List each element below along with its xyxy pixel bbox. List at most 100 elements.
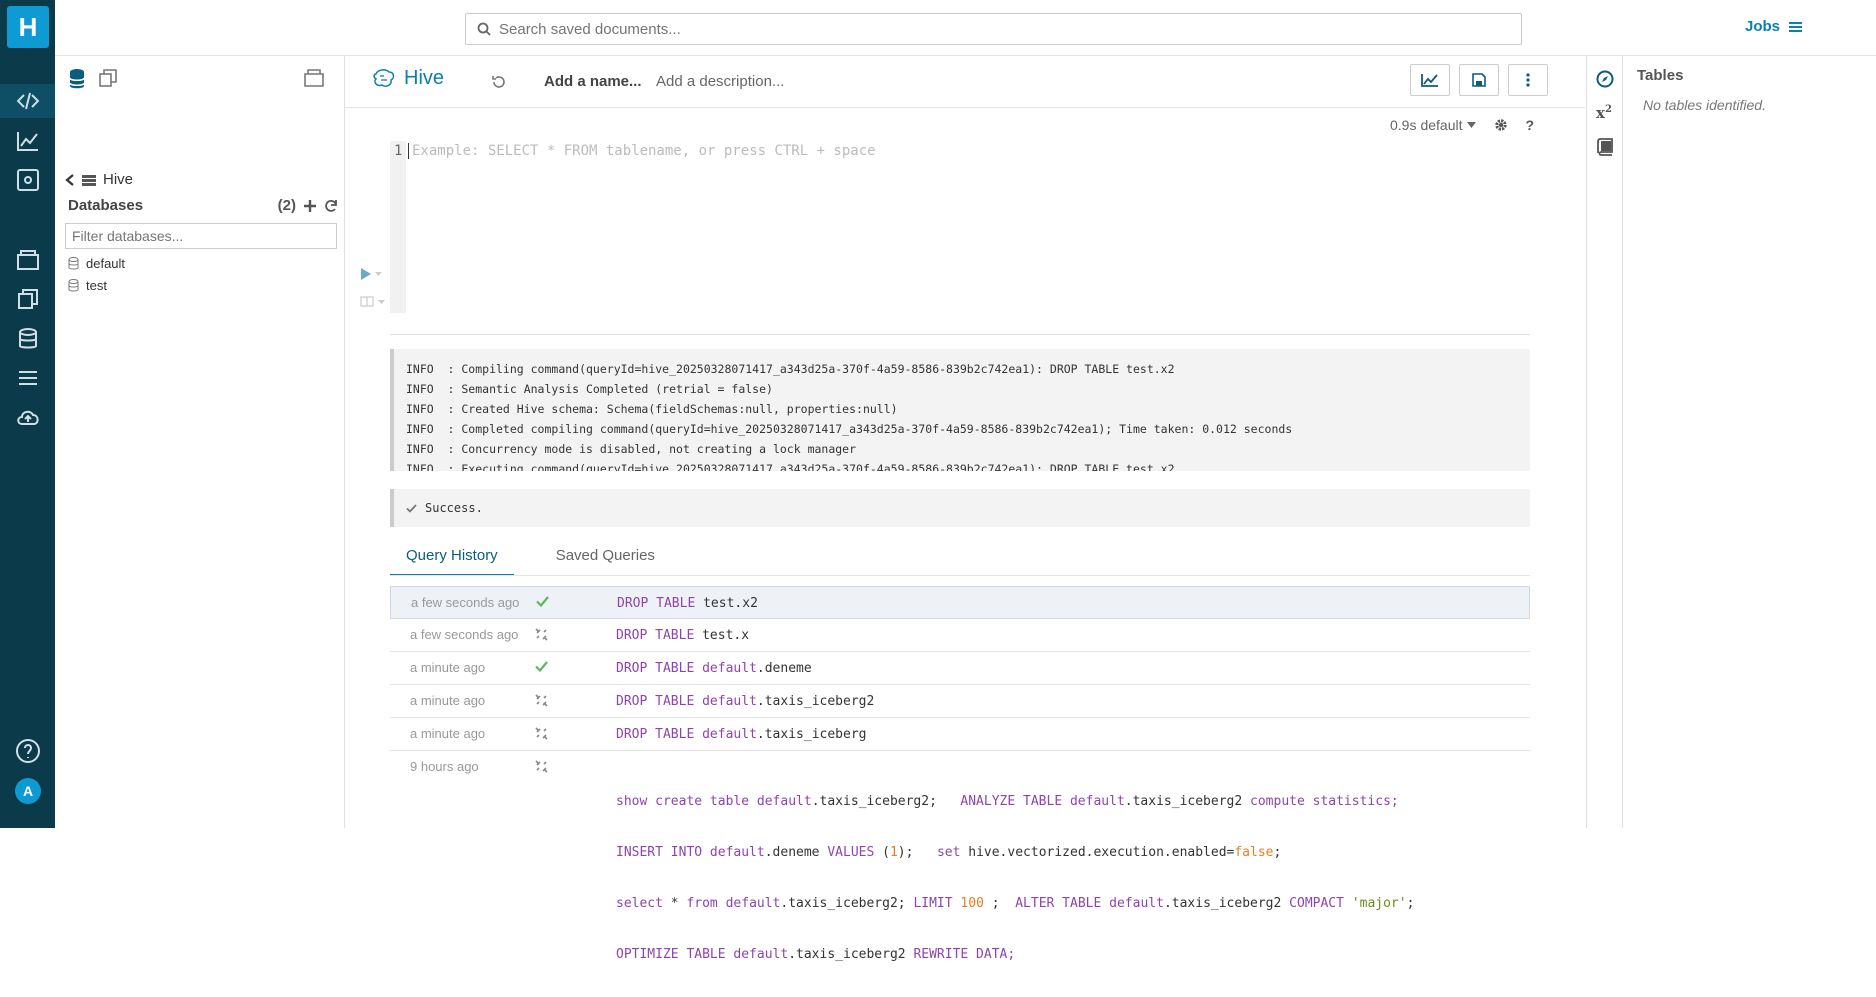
user-avatar[interactable]: A	[15, 778, 41, 804]
success-check-icon	[536, 596, 549, 607]
left-nav-rail: H A	[0, 0, 55, 828]
save-button[interactable]	[1459, 64, 1499, 96]
documentation-book-icon[interactable]	[1596, 138, 1614, 161]
importer-nav-icon[interactable]	[0, 401, 55, 435]
help-question-icon[interactable]: ?	[1526, 117, 1535, 133]
database-filter-input[interactable]	[65, 223, 337, 249]
right-assist-panel: Tables No tables identified.	[1623, 56, 1876, 828]
broken-link-icon	[535, 694, 548, 707]
help-icon[interactable]	[0, 734, 55, 768]
sql-assist-tab-icon[interactable]	[68, 68, 86, 95]
history-query: DROP TABLE default.taxis_iceberg2	[616, 694, 875, 709]
execution-log[interactable]: INFO : Compiling command(queryId=hive_20…	[390, 349, 1530, 471]
files-nav-icon[interactable]	[0, 282, 55, 316]
log-line: INFO : Compiling command(queryId=hive_20…	[406, 362, 1175, 376]
session-label: default	[1420, 117, 1463, 133]
tables-title: Tables	[1637, 67, 1684, 84]
jobs-label: Jobs	[1745, 18, 1781, 35]
hue-logo[interactable]: H	[7, 6, 49, 48]
history-row[interactable]: 9 hours ago show create table default.ta…	[390, 751, 1530, 962]
history-query: DROP TABLE default.deneme	[616, 661, 812, 676]
left-assist-panel: Hive Databases (2) default test	[55, 56, 345, 828]
query-description-field[interactable]: Add a description...	[656, 73, 784, 90]
execution-info: 0.9s default ?	[1390, 117, 1534, 133]
log-line: INFO : Executing command(queryId=hive_20…	[406, 462, 1175, 471]
functions-icon[interactable]: x2	[1596, 104, 1612, 122]
jobs-button[interactable]: Jobs	[1745, 18, 1803, 35]
more-options-button[interactable]	[1508, 64, 1548, 96]
documents-assist-tab-icon[interactable]	[98, 68, 118, 93]
history-row[interactable]: a few seconds ago DROP TABLE test.x	[390, 619, 1530, 652]
history-time: a minute ago	[410, 726, 486, 741]
database-icon	[68, 279, 79, 292]
session-selector[interactable]: 0.9s default	[1390, 117, 1476, 133]
editor-nav-icon[interactable]	[0, 84, 55, 118]
top-bar: Jobs	[55, 0, 1876, 56]
history-query: DROP TABLE test.x	[616, 628, 750, 643]
server-icon	[82, 174, 96, 186]
log-line: INFO : Semantic Analysis Completed (retr…	[406, 382, 773, 396]
query-name-field[interactable]: Add a name...	[544, 73, 642, 90]
dashboard-nav-icon[interactable]	[0, 124, 55, 158]
jobs-nav-icon[interactable]	[0, 361, 55, 395]
query-history-icon[interactable]	[491, 74, 507, 90]
database-name: default	[86, 256, 126, 271]
editor-divider	[390, 334, 1530, 335]
breadcrumb-label: Hive	[103, 171, 134, 188]
dialect-label: Hive	[404, 67, 445, 89]
play-icon	[361, 268, 371, 280]
storage-assist-tab-icon[interactable]	[303, 68, 325, 93]
success-check-icon	[535, 661, 548, 672]
scheduler-nav-icon[interactable]	[0, 163, 55, 197]
caret-down-icon	[375, 272, 382, 276]
editor-header: Hive Add a name... Add a description...	[345, 56, 1585, 108]
database-item[interactable]: test	[68, 278, 107, 293]
log-line: INFO : Concurrency mode is disabled, not…	[406, 442, 857, 456]
history-row[interactable]: a minute ago DROP TABLE default.taxis_ic…	[390, 685, 1530, 718]
history-time: a minute ago	[410, 660, 486, 675]
tab-saved-queries[interactable]: Saved Queries	[540, 543, 671, 576]
sql-editor[interactable]: Example: SELECT * FROM tablename, or pre…	[412, 143, 876, 159]
tabs-divider	[390, 575, 1530, 576]
log-line: INFO : Completed compiling command(query…	[406, 422, 1293, 436]
editor-gutter	[390, 141, 406, 313]
snippet-options-button[interactable]	[360, 296, 385, 307]
tab-query-history[interactable]: Query History	[390, 543, 514, 576]
database-item[interactable]: default	[68, 256, 125, 271]
global-search[interactable]	[465, 13, 1522, 45]
add-database-icon[interactable]	[304, 199, 316, 212]
jobs-list-icon	[1789, 21, 1803, 32]
broken-link-icon	[535, 760, 548, 773]
book-icon	[360, 296, 374, 307]
line-chart-icon	[1421, 74, 1438, 87]
databases-count: (2)	[277, 197, 296, 214]
no-tables-message: No tables identified.	[1643, 97, 1766, 113]
compass-icon[interactable]	[1596, 70, 1614, 93]
history-row[interactable]: a minute ago DROP TABLE default.taxis_ic…	[390, 718, 1530, 751]
database-name: test	[86, 278, 107, 293]
history-query: show create table default.taxis_iceberg2…	[616, 794, 1415, 962]
result-tabs: Query History Saved Queries	[390, 543, 671, 576]
tables-nav-icon[interactable]	[0, 322, 55, 356]
settings-gear-icon[interactable]	[1494, 118, 1508, 132]
more-vertical-icon	[1526, 73, 1530, 87]
history-query: DROP TABLE test.x2	[617, 596, 758, 611]
documents-nav-icon[interactable]	[0, 243, 55, 277]
check-icon	[406, 503, 417, 513]
back-chevron-icon[interactable]	[65, 173, 75, 186]
history-row[interactable]: a few seconds ago DROP TABLE test.x2	[390, 586, 1530, 619]
search-input[interactable]	[491, 20, 1521, 38]
dialect-title: Hive	[372, 67, 444, 90]
hive-logo-icon	[373, 68, 395, 87]
refresh-icon[interactable]	[324, 199, 338, 213]
breadcrumb[interactable]: Hive	[65, 171, 133, 188]
success-message: Success.	[390, 489, 1530, 527]
history-row[interactable]: a minute ago DROP TABLE default.deneme	[390, 652, 1530, 685]
execute-button[interactable]	[360, 268, 382, 280]
chart-button[interactable]	[1410, 64, 1450, 96]
history-time: a minute ago	[410, 693, 486, 708]
history-time: a few seconds ago	[410, 627, 519, 642]
history-query: DROP TABLE default.taxis_iceberg	[616, 727, 867, 742]
editor-cursor	[408, 143, 409, 159]
history-time: a few seconds ago	[411, 595, 520, 610]
